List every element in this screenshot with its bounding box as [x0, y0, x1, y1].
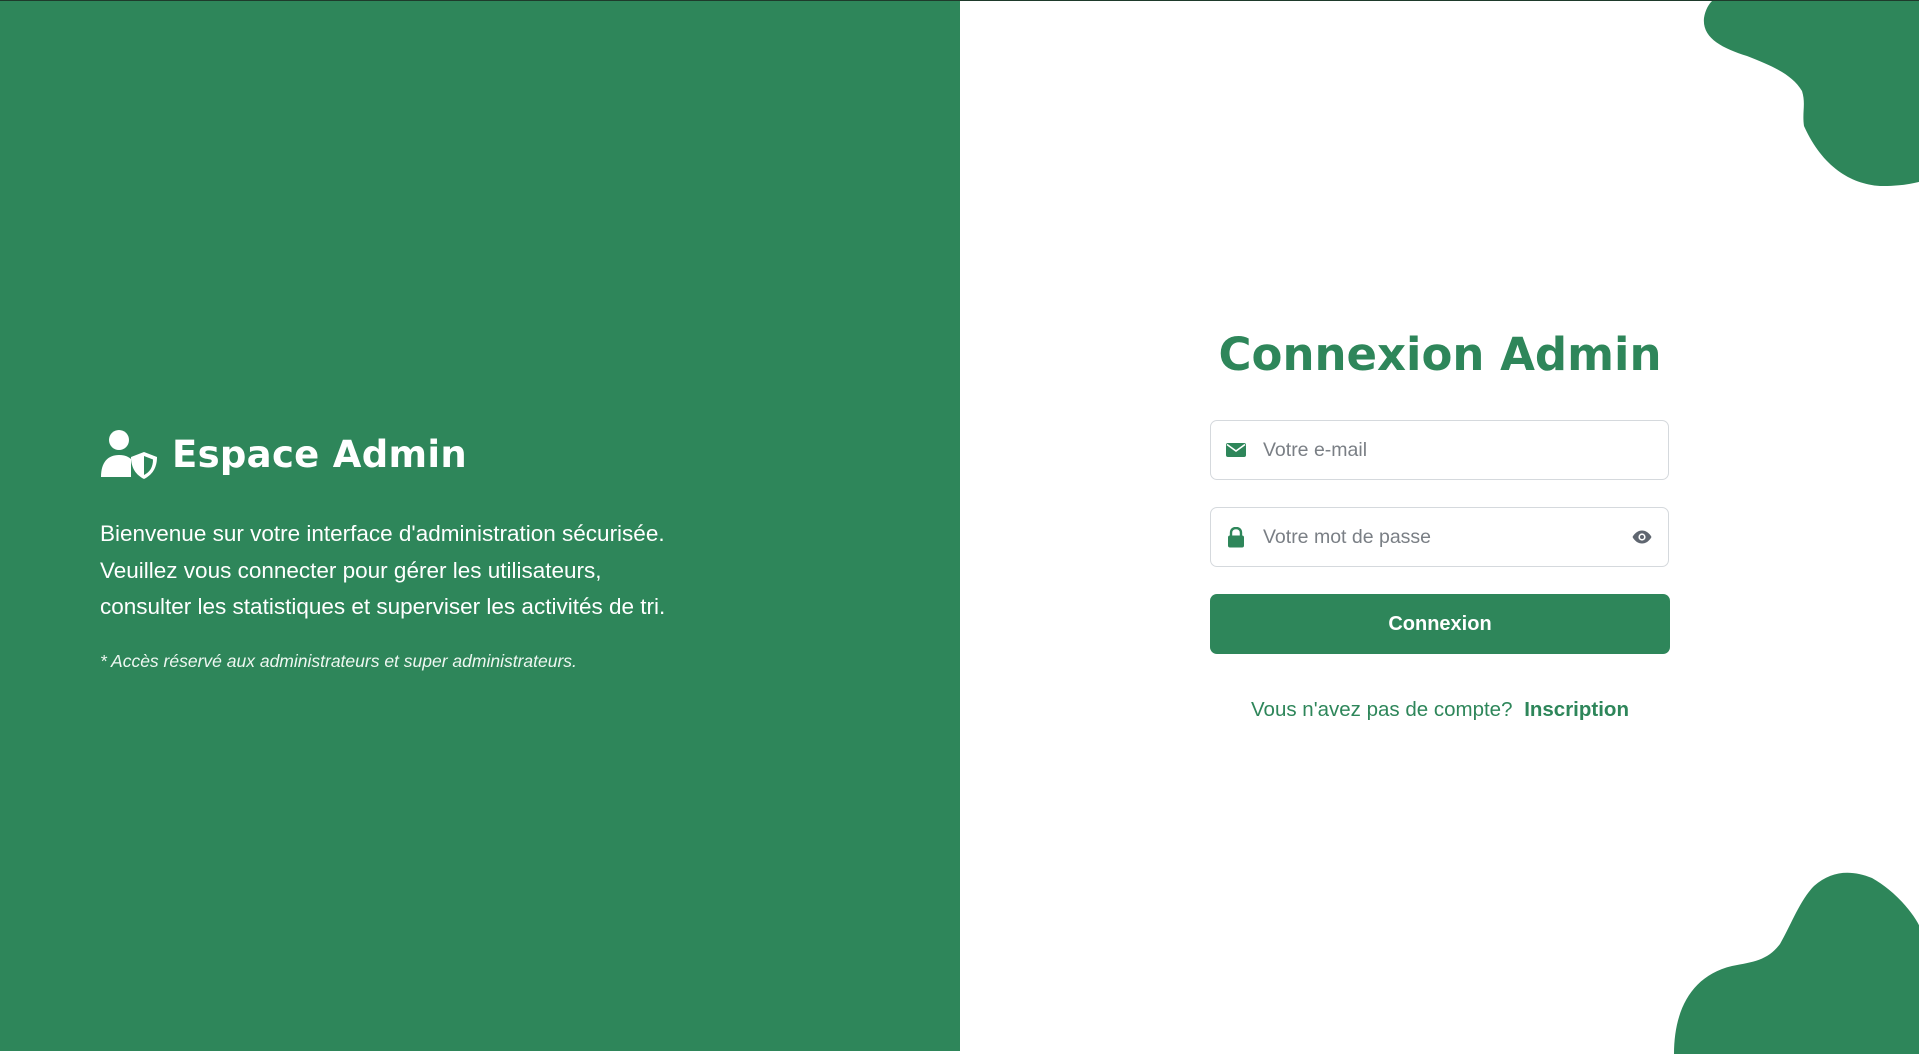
- password-input[interactable]: [1261, 507, 1630, 567]
- access-notice: * Accès réservé aux administrateurs et s…: [100, 650, 577, 671]
- envelope-icon: [1225, 439, 1247, 461]
- welcome-line: Bienvenue sur votre interface d'administ…: [100, 521, 665, 546]
- user-shield-icon: [100, 429, 158, 479]
- email-input[interactable]: [1261, 420, 1668, 480]
- decorative-blob-top: [1703, 0, 1919, 186]
- decorative-blob-bottom: [1674, 872, 1919, 1054]
- top-border-line: [0, 0, 1919, 1]
- signup-link[interactable]: Inscription: [1524, 698, 1629, 721]
- welcome-line: consulter les statistiques et superviser…: [100, 594, 666, 619]
- left-content: Espace Admin Bienvenue sur votre interfa…: [100, 426, 740, 672]
- left-panel: Espace Admin Bienvenue sur votre interfa…: [0, 0, 960, 1051]
- signup-prompt-line: Vous n'avez pas de compte? Inscription: [1180, 698, 1700, 722]
- signup-prompt-text: Vous n'avez pas de compte?: [1251, 698, 1513, 721]
- welcome-line: Veuillez vous connecter pour gérer les u…: [100, 557, 602, 583]
- email-field-wrapper: [1210, 420, 1669, 480]
- welcome-text: Bienvenue sur votre interface d'administ…: [100, 516, 740, 626]
- brand-title: Espace Admin: [172, 432, 467, 476]
- brand-header: Espace Admin: [100, 426, 740, 482]
- login-button[interactable]: Connexion: [1210, 594, 1670, 654]
- lock-icon: [1225, 526, 1247, 548]
- password-field-wrapper: [1210, 507, 1669, 567]
- form-title: Connexion Admin: [1218, 328, 1662, 381]
- eye-icon[interactable]: [1630, 525, 1654, 549]
